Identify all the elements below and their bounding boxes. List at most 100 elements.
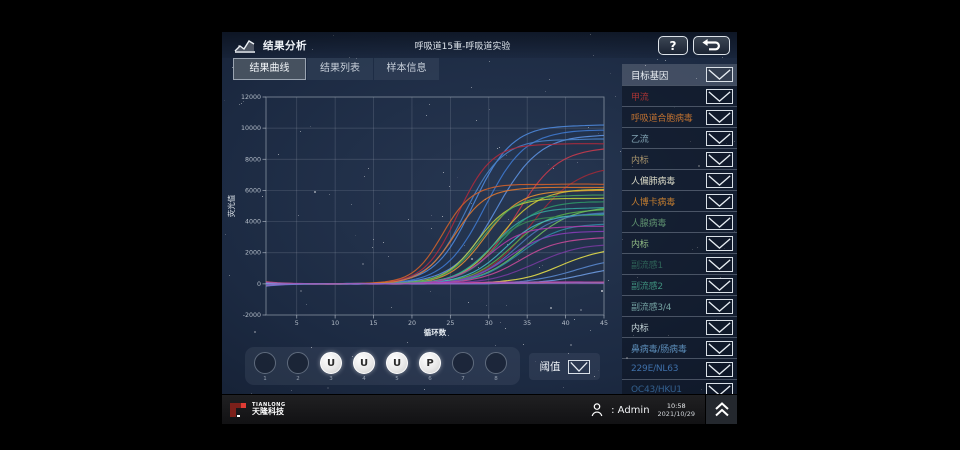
checkmark-icon	[707, 362, 732, 377]
well-circle-empty[interactable]	[485, 352, 507, 374]
well-number: 7	[452, 376, 474, 382]
well-circle-u[interactable]: U	[320, 352, 342, 374]
well-4[interactable]: U4	[353, 352, 375, 382]
gene-visibility-checkbox[interactable]	[706, 236, 733, 251]
gene-row[interactable]: 鼻病毒/肠病毒	[622, 337, 737, 358]
gene-visibility-checkbox[interactable]	[706, 215, 733, 230]
back-button[interactable]	[693, 36, 730, 55]
tab-sample-info[interactable]: 样本信息	[374, 58, 439, 80]
well-circle-u[interactable]: U	[353, 352, 375, 374]
gene-panel-title: 目标基因	[622, 68, 668, 82]
gene-row[interactable]: 人腺病毒	[622, 211, 737, 232]
x-tick-label: 25	[446, 320, 454, 327]
well-1[interactable]: 1	[254, 352, 276, 382]
well-number: 6	[419, 376, 441, 382]
gene-visibility-checkbox[interactable]	[706, 89, 733, 104]
x-tick-label: 30	[485, 320, 493, 327]
well-7[interactable]: 7	[452, 352, 474, 382]
well-6[interactable]: P6	[419, 352, 441, 382]
y-tick-label: 0	[257, 281, 261, 288]
checkmark-icon	[707, 131, 732, 146]
clock: 10:58 2021/10/29	[658, 402, 695, 418]
gene-row[interactable]: 人博卡病毒	[622, 190, 737, 211]
x-tick-label: 20	[408, 320, 416, 327]
gene-label: 副流感2	[622, 279, 663, 292]
tianlong-logo-mark	[230, 402, 247, 419]
threshold-box: 阈值	[529, 353, 600, 380]
amplification-chart: 120001000080006000400020000-200051015202…	[222, 80, 622, 346]
well-8[interactable]: 8	[485, 352, 507, 382]
y-tick-label: -2000	[243, 312, 261, 319]
gene-row[interactable]: 内标	[622, 316, 737, 337]
checkmark-icon	[707, 341, 732, 356]
gene-label: 甲流	[622, 90, 649, 103]
gene-panel-header: 目标基因	[622, 64, 737, 85]
well-circle-empty[interactable]	[287, 352, 309, 374]
well-number: 5	[386, 376, 408, 382]
tab-result-curve[interactable]: 结果曲线	[233, 58, 306, 80]
gene-visibility-checkbox[interactable]	[706, 278, 733, 293]
current-user: : Admin	[611, 405, 649, 416]
gene-row[interactable]: 人偏肺病毒	[622, 169, 737, 190]
well-5[interactable]: U5	[386, 352, 408, 382]
help-button[interactable]: ?	[658, 36, 688, 55]
gene-visibility-checkbox[interactable]	[706, 257, 733, 272]
gene-row[interactable]: 内标	[622, 232, 737, 253]
well-number: 1	[254, 376, 276, 382]
tianlong-logo: TIANLONG 天隆科技	[230, 402, 286, 419]
x-tick-label: 15	[370, 320, 378, 327]
amplification-curve	[266, 149, 604, 284]
gene-visibility-checkbox[interactable]	[706, 320, 733, 335]
well-circle-empty[interactable]	[452, 352, 474, 374]
gene-row[interactable]: 副流感3/4	[622, 295, 737, 316]
y-tick-label: 10000	[241, 125, 261, 132]
checkmark-icon	[707, 67, 732, 82]
checkmark-icon	[707, 257, 732, 272]
well-circle-empty[interactable]	[254, 352, 276, 374]
amplification-curve	[266, 190, 604, 284]
gene-visibility-checkbox[interactable]	[706, 110, 733, 125]
gene-label: 副流感3/4	[622, 300, 671, 313]
amplification-curve	[266, 189, 604, 284]
double-chevron-up-icon	[713, 401, 731, 418]
gene-row[interactable]: 副流感1	[622, 253, 737, 274]
well-circle-u[interactable]: U	[386, 352, 408, 374]
gene-row[interactable]: 229E/NL63	[622, 358, 737, 379]
gene-row[interactable]: 内标	[622, 148, 737, 169]
well-2[interactable]: 2	[287, 352, 309, 382]
gene-visibility-checkbox[interactable]	[706, 362, 733, 377]
amplification-curve	[266, 144, 604, 285]
gene-row[interactable]: 副流感2	[622, 274, 737, 295]
gene-visibility-checkbox[interactable]	[706, 341, 733, 356]
x-tick-label: 35	[523, 320, 531, 327]
y-axis-title: 荧光值	[226, 194, 236, 217]
tab-result-list[interactable]: 结果列表	[307, 58, 373, 80]
screen: 结果分析 呼吸道15重-呼吸道实验 ? 结果曲线 结果列表 样本信息 12000…	[0, 0, 960, 450]
collapse-button[interactable]	[705, 394, 737, 424]
gene-row[interactable]: 呼吸道合胞病毒	[622, 106, 737, 127]
well-3[interactable]: U3	[320, 352, 342, 382]
gene-visibility-checkbox[interactable]	[706, 173, 733, 188]
gene-visibility-checkbox[interactable]	[706, 194, 733, 209]
status-bar: TIANLONG 天隆科技 : Admin 10:58 2021/10/29	[222, 394, 705, 424]
gene-visibility-checkbox[interactable]	[706, 131, 733, 146]
tab-bar: 结果曲线 结果列表 样本信息	[233, 58, 440, 80]
gene-visibility-checkbox[interactable]	[706, 299, 733, 314]
well-circle-p[interactable]: P	[419, 352, 441, 374]
y-tick-label: 4000	[245, 219, 261, 226]
gene-visibility-checkbox[interactable]	[706, 152, 733, 167]
well-number: 8	[485, 376, 507, 382]
y-tick-label: 12000	[241, 94, 261, 101]
amplification-curve	[266, 187, 604, 285]
gene-row[interactable]: 甲流	[622, 85, 737, 106]
gene-select-all-checkbox[interactable]	[706, 67, 733, 82]
x-tick-label: 45	[600, 320, 608, 327]
checkmark-icon	[707, 110, 732, 125]
amplification-curve	[266, 215, 604, 284]
help-icon: ?	[670, 39, 677, 53]
amplification-curve	[266, 195, 604, 284]
gene-row[interactable]: 乙流	[622, 127, 737, 148]
threshold-checkbox[interactable]	[568, 360, 590, 374]
gene-label: 内标	[622, 237, 649, 250]
checkmark-icon	[707, 194, 732, 209]
